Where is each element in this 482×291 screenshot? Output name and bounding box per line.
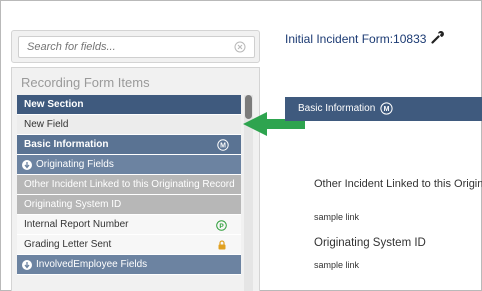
list-item-label: New Field — [24, 119, 69, 130]
search-input[interactable] — [18, 36, 255, 58]
form-title: Initial Incident Form:10833 — [285, 32, 427, 46]
recording-form-items-panel: Recording Form Items New Section New Fie… — [11, 67, 260, 291]
list-item[interactable]: InvolvedEmployee Fields — [17, 255, 241, 275]
list-item[interactable]: New Section — [17, 95, 241, 115]
circle-x-icon[interactable] — [234, 41, 246, 53]
panel-title: Recording Form Items — [21, 75, 150, 90]
circle-arrow-down-icon[interactable] — [22, 159, 32, 170]
list-item-label: InvolvedEmployee Fields — [36, 259, 148, 270]
svg-text:M: M — [384, 106, 390, 113]
svg-text:M: M — [220, 143, 226, 150]
svg-text:P: P — [219, 223, 224, 230]
list-item[interactable]: Other Incident Linked to this Originatin… — [17, 175, 241, 195]
field-value-link[interactable]: sample link — [314, 212, 359, 222]
wrench-icon[interactable] — [431, 30, 445, 44]
list-item-label: Grading Letter Sent — [24, 239, 112, 250]
list-item-label: Originating System ID — [24, 199, 122, 210]
search-box — [11, 30, 260, 63]
p-badge-icon: P — [216, 220, 227, 231]
app-frame: Recording Form Items New Section New Fie… — [0, 0, 482, 291]
lock-icon — [218, 240, 226, 250]
m-badge-icon: M — [380, 102, 393, 115]
list-item[interactable]: Basic Information M — [17, 135, 241, 155]
circle-arrow-down-icon[interactable] — [22, 259, 32, 270]
field-label: Originating System ID — [314, 237, 426, 249]
list-item-label: Basic Information — [24, 139, 109, 150]
list-item[interactable]: New Field — [17, 115, 241, 135]
list-item-label: Originating Fields — [36, 159, 114, 170]
list-item[interactable]: Grading Letter Sent — [17, 235, 241, 255]
section-header[interactable]: Basic Information M — [285, 97, 482, 121]
list-item[interactable]: Originating Fields — [17, 155, 241, 175]
list-item[interactable]: Originating System ID — [17, 195, 241, 215]
field-label: Other Incident Linked to this Origina — [314, 178, 482, 190]
list-item-label: New Section — [24, 99, 84, 110]
list-item-label: Internal Report Number — [24, 219, 129, 230]
list-item[interactable]: Internal Report Number P — [17, 215, 241, 235]
section-header-label: Basic Information — [298, 103, 376, 114]
field-value-link[interactable]: sample link — [314, 260, 359, 270]
list-item-label: Other Incident Linked to this Originatin… — [24, 179, 235, 190]
form-items-list: New Section New Field Basic Information … — [17, 95, 241, 275]
m-badge-icon: M — [217, 139, 229, 151]
